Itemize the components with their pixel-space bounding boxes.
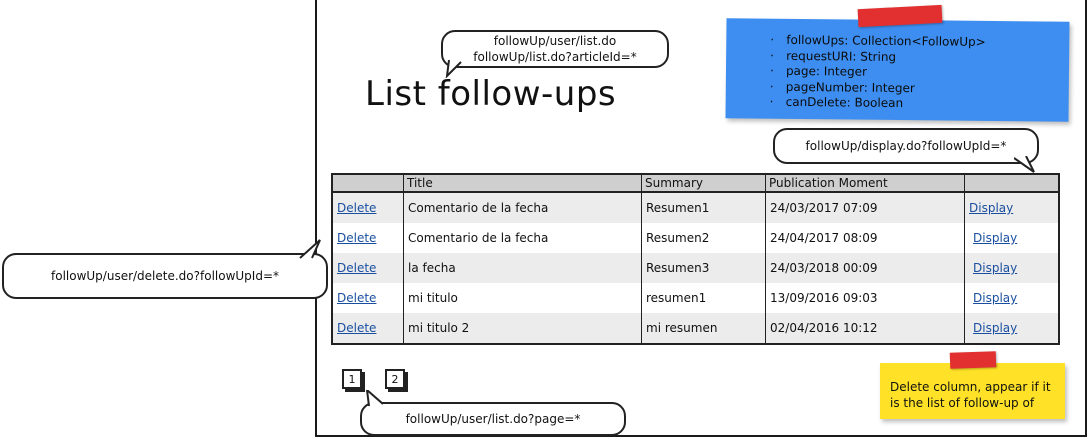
table-row: Delete Comentario de la fecha Resumen1 2… (332, 192, 1060, 223)
column-header-moment: Publication Moment (765, 174, 965, 193)
delete-url-text: followUp/user/delete.do?followUpId=* (51, 269, 279, 283)
title-cell: la fecha (403, 253, 642, 283)
column-header-title: Title (403, 174, 642, 193)
title-cell: mi titulo 2 (403, 313, 642, 344)
moment-cell: 13/09/2016 09:03 (765, 283, 965, 313)
delete-link[interactable]: Delete (337, 321, 376, 335)
display-link[interactable]: Display (973, 231, 1017, 245)
list-url-callout: followUp/user/list.do followUp/list.do?a… (441, 30, 669, 68)
summary-cell: Resumen3 (641, 253, 766, 283)
moment-cell: 24/03/2018 00:09 (765, 253, 965, 283)
page-2-button[interactable]: 2 (385, 369, 405, 389)
tape-decoration (949, 351, 997, 369)
list-url-line: followUp/user/list.do (493, 34, 617, 48)
list-url-line: followUp/list.do?articleId=* (473, 50, 637, 64)
table-row: Delete Comentario de la fecha Resumen2 2… (332, 223, 1060, 253)
page-title: List follow-ups (365, 74, 617, 114)
summary-cell: mi resumen (641, 313, 766, 344)
display-link[interactable]: Display (973, 261, 1017, 275)
summary-cell: Resumen2 (641, 223, 766, 253)
display-url-callout: followUp/display.do?followUpId=* (773, 128, 1039, 164)
display-url-text: followUp/display.do?followUpId=* (805, 139, 1007, 153)
table-header-row: Title Summary Publication Moment (332, 174, 1060, 193)
summary-cell: resumen1 (641, 283, 766, 313)
moment-cell: 24/04/2017 08:09 (765, 223, 965, 253)
moment-cell: 24/03/2017 07:09 (765, 192, 965, 223)
pager-url-callout: followUp/user/list.do?page=* (360, 402, 626, 436)
title-cell: Comentario de la fecha (403, 192, 642, 223)
pager-url-callout-tail (365, 390, 384, 407)
table-row: Delete mi titulo resumen1 13/09/2016 09:… (332, 283, 1060, 313)
delete-link[interactable]: Delete (337, 201, 376, 215)
note-line: is the list of follow-up of (890, 396, 1035, 410)
column-header-summary: Summary (641, 174, 766, 193)
summary-cell: Resumen1 (641, 192, 766, 223)
delete-url-callout-tail (299, 239, 321, 259)
delete-link[interactable]: Delete (337, 261, 376, 275)
table-row: Delete mi titulo 2 mi resumen 02/04/2016… (332, 313, 1060, 344)
title-cell: mi titulo (403, 283, 642, 313)
moment-cell: 02/04/2016 10:12 (765, 313, 965, 344)
display-link[interactable]: Display (973, 321, 1017, 335)
display-link[interactable]: Display (969, 201, 1013, 215)
model-attributes-note: followUps: Collection<FollowUp> requestU… (725, 18, 1070, 122)
column-header-display (964, 174, 1060, 193)
delete-link[interactable]: Delete (337, 231, 376, 245)
delete-url-callout: followUp/user/delete.do?followUpId=* (2, 253, 328, 299)
note-line: Delete column, appear if it (890, 380, 1051, 394)
display-link[interactable]: Display (973, 291, 1017, 305)
follow-ups-table: Title Summary Publication Moment Delete … (331, 173, 1060, 345)
table-row: Delete la fecha Resumen3 24/03/2018 00:0… (332, 253, 1060, 283)
delete-column-note: Delete column, appear if it is the list … (880, 363, 1065, 419)
delete-link[interactable]: Delete (337, 291, 376, 305)
column-header-delete (332, 174, 404, 193)
model-attribute: canDelete: Boolean (786, 95, 1069, 113)
page-1-button[interactable]: 1 (342, 369, 362, 389)
title-cell: Comentario de la fecha (403, 223, 642, 253)
pager-url-text: followUp/user/list.do?page=* (405, 412, 581, 426)
